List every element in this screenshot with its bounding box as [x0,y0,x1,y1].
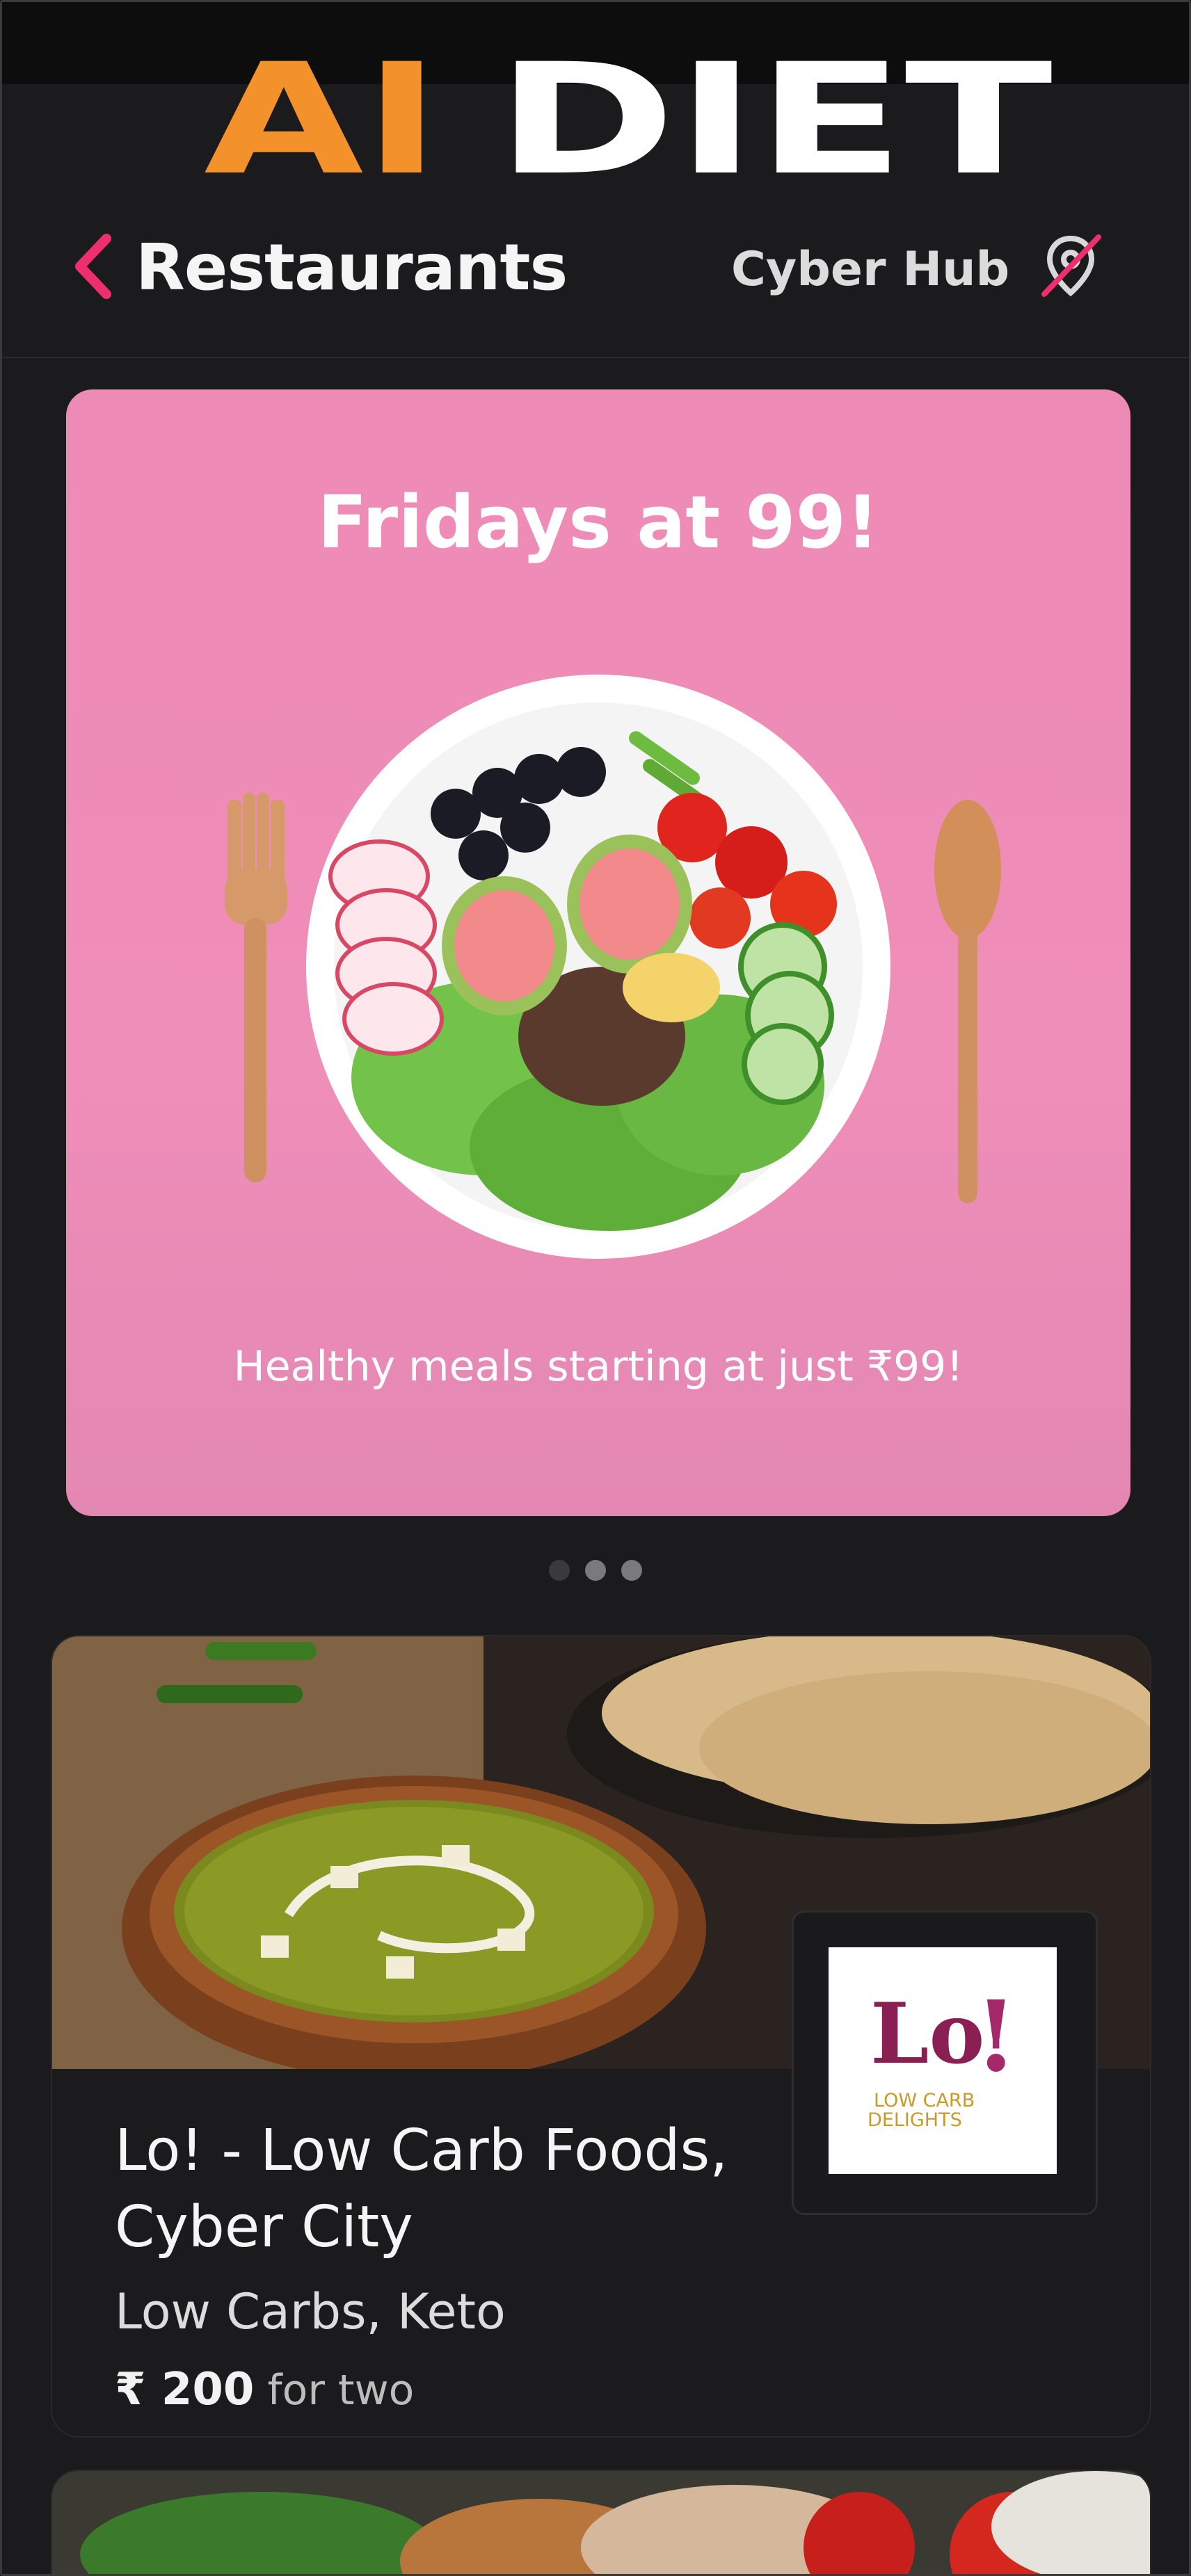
location-off-icon [1041,234,1101,297]
fork-image [225,793,287,1182]
carousel-indicators [2,1560,1189,1584]
back-button[interactable] [72,232,120,301]
restaurant-name: Lo! - Low Carb Foods, Cyber City [115,2118,728,2260]
price-suffix: for two [267,2366,415,2415]
logo-diet-text: DIET [496,44,1053,183]
logo-tagline-2: DELIGHTS [868,2109,962,2131]
restaurant-price: ₹ 200 for two [115,2364,414,2415]
logo-tagline-1: LOW CARB [874,2090,975,2111]
price-amount: ₹ 200 [115,2364,255,2415]
carousel-dot[interactable] [585,1560,606,1581]
location-button[interactable] [1036,232,1105,301]
carousel-dot[interactable] [549,1560,570,1581]
restaurant-cuisine: Low Carbs, Keto [115,2283,506,2340]
chevron-left-icon [75,234,111,299]
spoon-image [934,800,1001,1203]
banner-subtitle: Healthy meals starting at just ₹99! [233,1342,964,1391]
logo-ai-text: AI [204,44,440,183]
carousel-dot[interactable] [621,1560,642,1581]
promo-banner[interactable]: Fridays at 99! Healthy meals starting at… [66,389,1130,1516]
restaurant-logo: Lo ! LOW CARB DELIGHTS [792,1910,1098,2215]
page-title: Restaurants [136,230,568,305]
logo-mark: Lo [870,1985,985,2083]
banner-title: Fridays at 99! [317,480,879,565]
restaurant-card-next[interactable] [51,2470,1151,2574]
logo-exclamation: ! [975,1980,1018,2094]
app-screen: AI DIET Restaurants Cyber Hub Fridays at… [0,0,1191,2576]
restaurant-cover-image-next [52,2471,1150,2574]
location-label[interactable]: Cyber Hub [731,239,1009,301]
restaurant-logo-image: Lo ! LOW CARB DELIGHTS [829,1947,1057,2174]
brand-logo: AI DIET [2,44,1189,183]
restaurant-card[interactable]: Lo ! LOW CARB DELIGHTS Lo! - Low Carb Fo… [51,1635,1151,2438]
